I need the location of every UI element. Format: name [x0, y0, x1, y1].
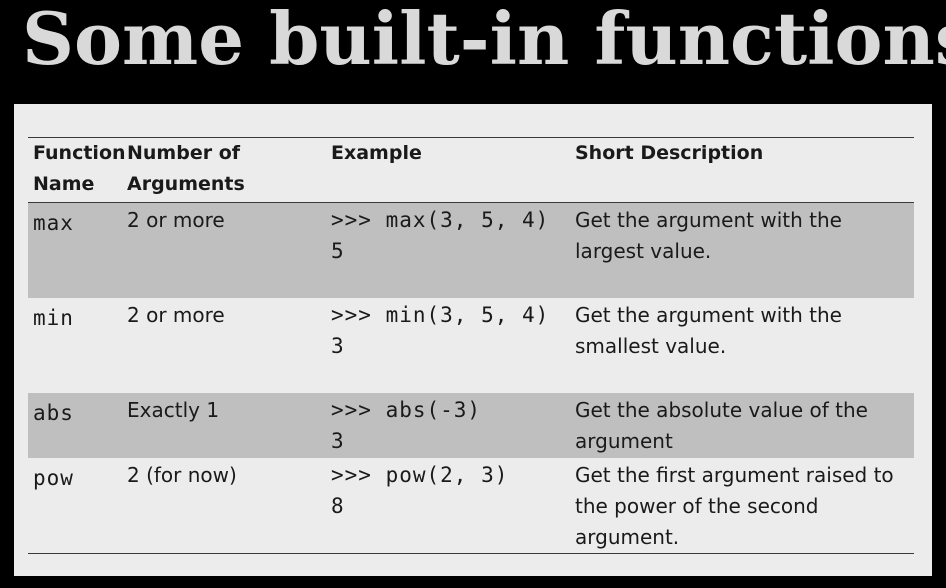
example-result: 8: [331, 494, 345, 518]
arguments-cell: 2 or more: [127, 303, 225, 327]
arguments-cell: Exactly 1: [127, 398, 220, 422]
header-short-description: Short Description: [575, 142, 764, 164]
description-cell: Get the absolute value of the argument: [575, 398, 868, 453]
example-call: >>> pow(2, 3): [331, 463, 509, 487]
example-call: >>> min(3, 5, 4): [331, 303, 550, 327]
function-name-cell: abs: [33, 401, 74, 425]
content-panel: Function Name Number of Arguments Exampl…: [14, 104, 932, 576]
description-cell: Get the argument with the largest value.: [575, 208, 842, 263]
table-header-row: Function Name Number of Arguments Exampl…: [28, 138, 914, 203]
example-cell: >>> min(3, 5, 4) 3: [326, 298, 570, 393]
example-result: 3: [331, 334, 345, 358]
header-example: Example: [331, 142, 422, 164]
description-cell: Get the first argument raised to the pow…: [575, 463, 894, 549]
example-call: >>> max(3, 5, 4): [331, 208, 550, 232]
header-function-name: Function Name: [33, 142, 126, 195]
function-name-cell: max: [33, 211, 74, 235]
example-result: 5: [331, 239, 345, 263]
description-cell: Get the argument with the smallest value…: [575, 303, 842, 358]
header-number-of-arguments: Number of Arguments: [127, 142, 245, 195]
table-row: min 2 or more >>> min(3, 5, 4) 3 Get the…: [28, 298, 914, 393]
slide-title: Some built-in functions: [22, 0, 946, 81]
function-name-cell: min: [33, 306, 74, 330]
table-row: max 2 or more >>> max(3, 5, 4) 5 Get the…: [28, 203, 914, 298]
function-name-cell: pow: [33, 466, 74, 490]
example-cell: >>> abs(-3) 3: [326, 393, 570, 458]
table-row: abs Exactly 1 >>> abs(-3) 3 Get the abso…: [28, 393, 914, 458]
slide: Some built-in functions Function Name Nu…: [0, 0, 946, 588]
functions-table: Function Name Number of Arguments Exampl…: [28, 137, 914, 554]
example-cell: >>> max(3, 5, 4) 5: [326, 203, 570, 298]
arguments-cell: 2 (for now): [127, 463, 237, 487]
example-call: >>> abs(-3): [331, 398, 482, 422]
example-cell: >>> pow(2, 3) 8: [326, 458, 570, 553]
example-result: 3: [331, 429, 345, 453]
arguments-cell: 2 or more: [127, 208, 225, 232]
table-row: pow 2 (for now) >>> pow(2, 3) 8 Get the …: [28, 458, 914, 553]
